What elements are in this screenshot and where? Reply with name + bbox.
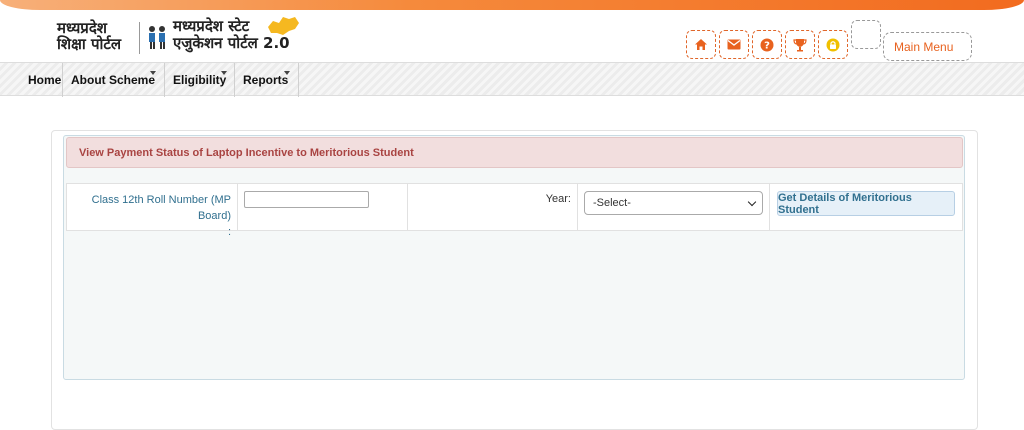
button-cell: Get Details of Meritorious Student: [770, 184, 964, 230]
nav-eligibility[interactable]: Eligibility: [165, 63, 235, 97]
main-menu-button[interactable]: Main Menu: [883, 32, 972, 61]
lock-icon-button[interactable]: [818, 30, 848, 59]
home-icon: [695, 39, 707, 50]
top-accent-bar: [0, 0, 1024, 10]
logo-right-line2: एजुकेशन पोर्टल 2.0: [173, 34, 290, 52]
year-select[interactable]: -Select-: [584, 191, 763, 215]
trophy-icon: [793, 38, 807, 51]
students-icon: [149, 26, 165, 49]
caret-down-icon: [150, 71, 156, 75]
search-form-row: Class 12th Roll Number (MP Board) : Year…: [66, 183, 964, 238]
roll-number-label-text: Class 12th Roll Number (MP Board): [91, 194, 231, 222]
lock-icon: [826, 38, 840, 51]
caret-down-icon: [221, 71, 227, 75]
roll-number-colon: :: [227, 226, 231, 238]
shiksha-portal-logo[interactable]: मध्यप्रदेश शिक्षा पोर्टल: [57, 20, 137, 52]
year-label-cell: Year:: [408, 184, 578, 230]
nav-about-scheme[interactable]: About Scheme: [63, 63, 165, 97]
help-icon-button[interactable]: ?: [752, 30, 782, 59]
mail-icon-button[interactable]: [719, 30, 749, 59]
nav-reports-label: Reports: [243, 73, 289, 87]
logo-left-line1: मध्यप्रदेश: [57, 19, 108, 37]
caret-down-icon: [284, 71, 290, 75]
logo-left-line2: शिक्षा पोर्टल: [57, 35, 122, 53]
chevron-down-icon: [747, 197, 757, 207]
nav-bar: Home About Scheme Eligibility Reports: [0, 62, 1024, 97]
year-select-cell: -Select-: [578, 184, 770, 230]
trophy-icon-button[interactable]: [785, 30, 815, 59]
panel-title: View Payment Status of Laptop Incentive …: [66, 137, 963, 168]
logo-divider: [139, 22, 140, 54]
svg-text:?: ?: [764, 40, 770, 51]
nav-about-label: About Scheme: [71, 73, 156, 87]
home-icon-button[interactable]: [686, 30, 716, 59]
form-panel: [63, 135, 965, 380]
help-icon: ?: [760, 38, 774, 51]
nav-eligibility-label: Eligibility: [173, 73, 227, 87]
nav-reports[interactable]: Reports: [235, 63, 299, 97]
blank-icon-button[interactable]: [851, 20, 881, 49]
year-select-value: -Select-: [593, 197, 631, 209]
get-details-button[interactable]: Get Details of Meritorious Student: [777, 191, 955, 216]
mail-icon: [727, 39, 741, 50]
nav-home[interactable]: Home: [20, 63, 63, 97]
roll-label-cell: Class 12th Roll Number (MP Board) :: [67, 184, 238, 238]
roll-input-cell: [238, 184, 408, 230]
roll-number-input[interactable]: [244, 191, 369, 208]
nav-home-label: Home: [28, 73, 62, 87]
year-label: Year:: [545, 193, 571, 205]
mp-map-icon: [268, 17, 299, 35]
roll-number-label: Class 12th Roll Number (MP Board) :: [67, 184, 237, 240]
